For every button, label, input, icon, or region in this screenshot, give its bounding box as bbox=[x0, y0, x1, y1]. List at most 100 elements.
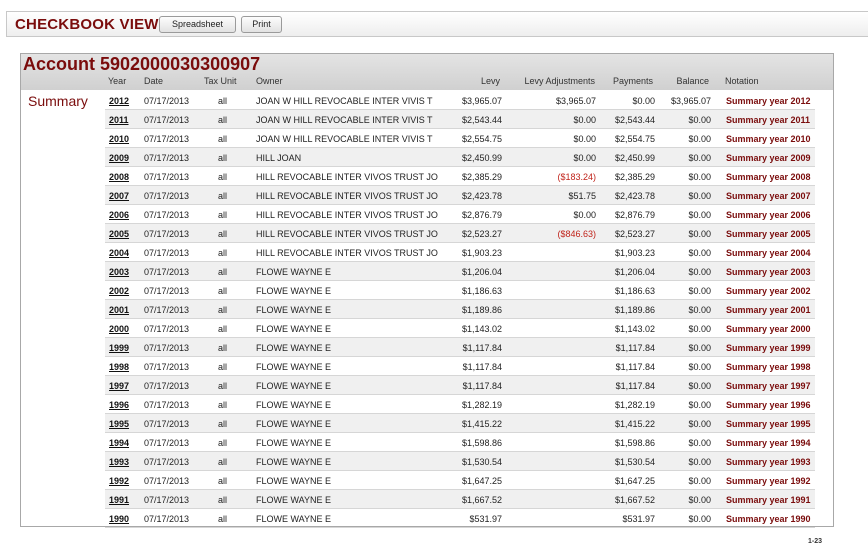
tax-unit-cell: all bbox=[218, 419, 228, 429]
levy-cell: $2,543.44 bbox=[461, 115, 502, 125]
payments-cell: $1,598.86 bbox=[614, 438, 655, 448]
balance-cell: $0.00 bbox=[688, 381, 711, 391]
spreadsheet-button[interactable]: Spreadsheet bbox=[159, 16, 236, 33]
col-payments: Payments bbox=[612, 76, 653, 86]
levy-cell: $1,530.54 bbox=[461, 457, 502, 467]
owner-cell: FLOWE WAYNE E bbox=[256, 286, 332, 296]
year-link[interactable]: 2005 bbox=[109, 229, 129, 239]
year-link[interactable]: 2006 bbox=[109, 210, 129, 220]
notation-link[interactable]: Summary year 1991 bbox=[726, 495, 811, 505]
toolbar: CHECKBOOK VIEW Spreadsheet Print bbox=[6, 11, 868, 37]
year-link[interactable]: 2010 bbox=[109, 134, 129, 144]
notation-link[interactable]: Summary year 1990 bbox=[726, 514, 811, 524]
year-link[interactable]: 1990 bbox=[109, 514, 129, 524]
owner-cell: FLOWE WAYNE E bbox=[256, 305, 332, 315]
notation-link[interactable]: Summary year 1995 bbox=[726, 419, 811, 429]
owner-cell: FLOWE WAYNE E bbox=[256, 457, 332, 467]
col-tax-unit: Tax Unit bbox=[204, 76, 237, 86]
balance-cell: $0.00 bbox=[688, 362, 711, 372]
date-cell: 07/17/2013 bbox=[144, 134, 190, 144]
col-levy-adjustments: Levy Adjustments bbox=[524, 76, 595, 86]
notation-link[interactable]: Summary year 1992 bbox=[726, 476, 811, 486]
print-button[interactable]: Print bbox=[241, 16, 282, 33]
notation-link[interactable]: Summary year 2012 bbox=[726, 96, 811, 106]
owner-cell: JOAN W HILL REVOCABLE INTER VIVIS T bbox=[256, 115, 433, 125]
balance-cell: $0.00 bbox=[688, 267, 711, 277]
payments-cell: $2,450.99 bbox=[614, 153, 655, 163]
year-link[interactable]: 2007 bbox=[109, 191, 129, 201]
notation-link[interactable]: Summary year 2010 bbox=[726, 134, 811, 144]
date-cell: 07/17/2013 bbox=[144, 476, 190, 486]
notation-link[interactable]: Summary year 1994 bbox=[726, 438, 811, 448]
year-link[interactable]: 1993 bbox=[109, 457, 129, 467]
year-link[interactable]: 1994 bbox=[109, 438, 129, 448]
notation-link[interactable]: Summary year 2009 bbox=[726, 153, 811, 163]
notation-link[interactable]: Summary year 2006 bbox=[726, 210, 811, 220]
tax-unit-cell: all bbox=[218, 362, 228, 372]
year-link[interactable]: 1996 bbox=[109, 400, 129, 410]
levy-cell: $1,667.52 bbox=[461, 495, 502, 505]
year-link[interactable]: 2001 bbox=[109, 305, 129, 315]
date-cell: 07/17/2013 bbox=[144, 286, 190, 296]
balance-cell: $0.00 bbox=[688, 438, 711, 448]
year-link[interactable]: 1995 bbox=[109, 419, 129, 429]
levy-adjustment-cell: ($183.24) bbox=[557, 172, 596, 182]
balance-cell: $0.00 bbox=[688, 286, 711, 296]
levy-cell: $2,450.99 bbox=[461, 153, 502, 163]
notation-link[interactable]: Summary year 2004 bbox=[726, 248, 811, 258]
tax-unit-cell: all bbox=[218, 210, 228, 220]
notation-link[interactable]: Summary year 2011 bbox=[726, 115, 810, 125]
notation-link[interactable]: Summary year 2007 bbox=[726, 191, 811, 201]
levy-adjustment-cell: $0.00 bbox=[573, 134, 596, 144]
col-levy: Levy bbox=[480, 76, 500, 86]
date-cell: 07/17/2013 bbox=[144, 514, 190, 524]
levy-cell: $2,523.27 bbox=[461, 229, 502, 239]
table-row: 2009 07/17/2013 all HILL JOAN $2,450.99 $0.00… bbox=[105, 148, 815, 167]
year-link[interactable]: 1991 bbox=[109, 495, 129, 505]
balance-cell: $0.00 bbox=[688, 514, 711, 524]
tax-unit-cell: all bbox=[218, 400, 228, 410]
notation-link[interactable]: Summary year 2000 bbox=[726, 324, 811, 334]
year-link[interactable]: 2004 bbox=[109, 248, 129, 258]
notation-link[interactable]: Summary year 2003 bbox=[726, 267, 811, 277]
notation-link[interactable]: Summary year 2001 bbox=[726, 305, 811, 315]
year-link[interactable]: 2002 bbox=[109, 286, 129, 296]
payments-cell: $2,876.79 bbox=[614, 210, 655, 220]
year-link[interactable]: 1999 bbox=[109, 343, 129, 353]
tax-unit-cell: all bbox=[218, 476, 228, 486]
date-cell: 07/17/2013 bbox=[144, 495, 190, 505]
balance-cell: $0.00 bbox=[688, 134, 711, 144]
year-link[interactable]: 2003 bbox=[109, 267, 129, 277]
notation-link[interactable]: Summary year 2005 bbox=[726, 229, 811, 239]
payments-cell: $1,647.25 bbox=[614, 476, 655, 486]
year-link[interactable]: 2008 bbox=[109, 172, 129, 182]
year-link[interactable]: 1997 bbox=[109, 381, 129, 391]
notation-link[interactable]: Summary year 1998 bbox=[726, 362, 811, 372]
year-link[interactable]: 2011 bbox=[109, 115, 129, 125]
notation-link[interactable]: Summary year 1996 bbox=[726, 400, 811, 410]
tax-unit-cell: all bbox=[218, 343, 228, 353]
table-row: 2001 07/17/2013 all FLOWE WAYNE E $1,189.86 $… bbox=[105, 300, 815, 319]
owner-cell: FLOWE WAYNE E bbox=[256, 343, 332, 353]
balance-cell: $3,965.07 bbox=[670, 96, 711, 106]
year-link[interactable]: 1998 bbox=[109, 362, 129, 372]
table-row: 1993 07/17/2013 all FLOWE WAYNE E $1,530.54 $… bbox=[105, 452, 815, 471]
levy-adjustment-cell: ($846.63) bbox=[557, 229, 596, 239]
owner-cell: FLOWE WAYNE E bbox=[256, 476, 332, 486]
payments-cell: $1,667.52 bbox=[614, 495, 655, 505]
tax-unit-cell: all bbox=[218, 305, 228, 315]
notation-link[interactable]: Summary year 1997 bbox=[726, 381, 811, 391]
year-link[interactable]: 2009 bbox=[109, 153, 129, 163]
year-link[interactable]: 1992 bbox=[109, 476, 129, 486]
notation-link[interactable]: Summary year 2008 bbox=[726, 172, 811, 182]
year-link[interactable]: 2012 bbox=[109, 96, 129, 106]
notation-link[interactable]: Summary year 1999 bbox=[726, 343, 811, 353]
table-row: 2011 07/17/2013 all JOAN W HILL REVOCABLE I… bbox=[105, 110, 815, 129]
notation-link[interactable]: Summary year 2002 bbox=[726, 286, 811, 296]
tax-unit-cell: all bbox=[218, 191, 228, 201]
payments-cell: $1,117.84 bbox=[615, 362, 655, 372]
table-header: Account 5902000030300907 Year Date Tax U… bbox=[21, 54, 833, 90]
year-link[interactable]: 2000 bbox=[109, 324, 129, 334]
notation-link[interactable]: Summary year 1993 bbox=[726, 457, 811, 467]
payments-cell: $1,415.22 bbox=[614, 419, 655, 429]
